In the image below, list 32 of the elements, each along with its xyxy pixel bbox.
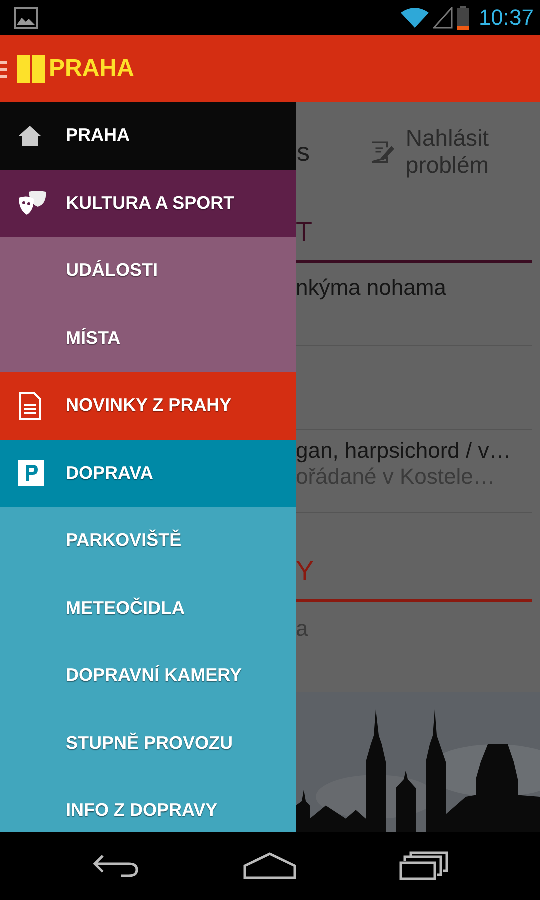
picture-icon [14, 6, 38, 28]
drawer-item[interactable]: METEOČIDLA [0, 574, 296, 642]
section-heading: T [296, 204, 532, 263]
back-icon[interactable] [91, 852, 141, 880]
drawer-section[interactable]: NOVINKY Z PRAHY [0, 372, 296, 440]
drawer-item[interactable]: INFO Z DOPRAVY [0, 777, 296, 832]
wifi-icon [400, 6, 429, 28]
drawer-item[interactable]: MÍSTA [0, 304, 296, 372]
menu-icon[interactable] [0, 58, 7, 78]
drawer-section[interactable]: KULTURA A SPORT [0, 170, 296, 237]
home-icon[interactable] [243, 852, 297, 880]
home-icon [18, 124, 42, 147]
theater-masks-icon [18, 190, 48, 216]
list-item-title[interactable]: gan, harpsichord / v… [296, 438, 532, 464]
drawer-section[interactable]: PRAHA [0, 102, 296, 170]
tab-label[interactable]: s [297, 136, 310, 168]
drawer-section[interactable]: DOPRAVA [0, 440, 296, 507]
report-problem-button[interactable]: Nahlásit problém [370, 125, 530, 179]
drawer-item[interactable]: STUPNĚ PROVOZU [0, 710, 296, 777]
drawer-item[interactable]: DOPRAVNÍ KAMERY [0, 642, 296, 710]
list-item-title[interactable]: nkýma nohama [296, 275, 532, 301]
parking-icon [18, 460, 44, 486]
drawer-item[interactable]: UDÁLOSTI [0, 237, 296, 304]
recent-apps-icon[interactable] [399, 851, 449, 881]
signal-icon [432, 6, 453, 28]
logo-icon [17, 54, 45, 82]
drawer-item[interactable]: PARKOVIŠTĚ [0, 507, 296, 574]
app-title: PRAHA [49, 54, 134, 82]
battery-icon [456, 6, 469, 30]
clock-time: 10:37 [478, 4, 534, 30]
document-icon [18, 392, 42, 420]
section-heading: Y [296, 543, 532, 602]
